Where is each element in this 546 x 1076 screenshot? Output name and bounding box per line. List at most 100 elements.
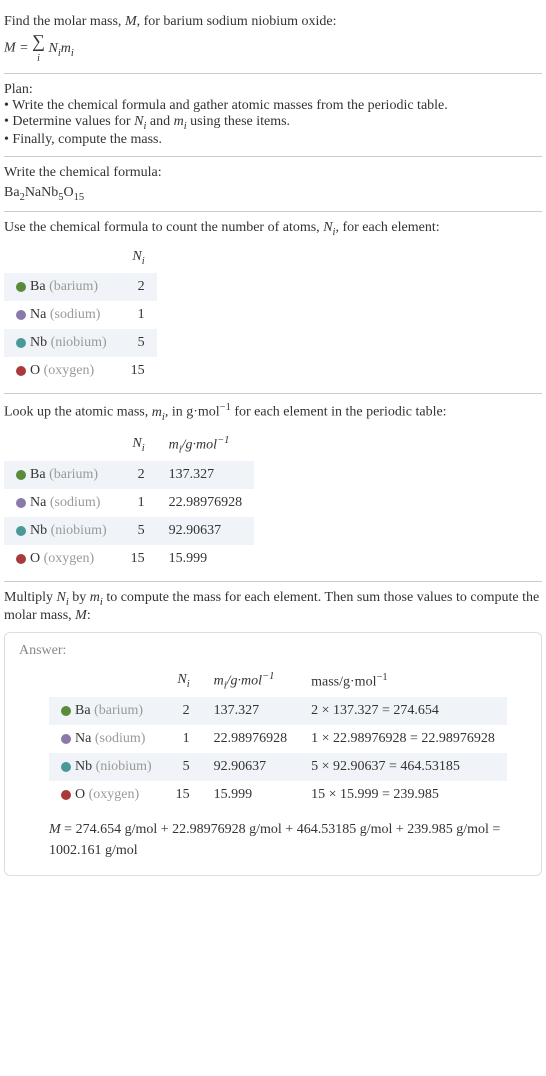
table-header-row: Ni mi/g·mol−1 mass/g·mol−1 bbox=[49, 665, 507, 697]
answer-box: Answer: Ni mi/g·mol−1 mass/g·mol−1 Ba (b… bbox=[4, 632, 542, 876]
table-header-row: Ni mi/g·mol−1 bbox=[4, 429, 254, 461]
element-cell: Ba (barium) bbox=[4, 273, 119, 301]
mi-value: 92.90637 bbox=[157, 517, 255, 545]
element-cell: Nb (niobium) bbox=[4, 329, 119, 357]
chemformula-heading: Write the chemical formula: bbox=[4, 165, 542, 181]
mi-value: 92.90637 bbox=[202, 753, 300, 781]
sigma-index: i bbox=[37, 53, 40, 64]
plan-list: Write the chemical formula and gather at… bbox=[4, 98, 542, 148]
element-dot-icon bbox=[16, 470, 26, 480]
element-dot-icon bbox=[16, 526, 26, 536]
ni-value: 5 bbox=[119, 517, 157, 545]
plan-item: Determine values for Ni and mi using the… bbox=[4, 114, 542, 132]
element-dot-icon bbox=[16, 282, 26, 292]
m-var: M bbox=[125, 14, 137, 29]
empty-header bbox=[4, 243, 119, 273]
ni-value: 2 bbox=[164, 697, 202, 725]
element-cell: Ba (barium) bbox=[4, 461, 119, 489]
element-dot-icon bbox=[16, 310, 26, 320]
mass-header: mass/g·mol−1 bbox=[299, 665, 507, 697]
sigma-icon: ∑ bbox=[32, 31, 45, 51]
ni-value: 1 bbox=[119, 301, 157, 329]
table-row: Na (sodium) 1 bbox=[4, 301, 157, 329]
count-heading: Use the chemical formula to count the nu… bbox=[4, 220, 542, 238]
ni-value: 15 bbox=[164, 781, 202, 809]
table-row: O (oxygen) 15 15.999 bbox=[4, 545, 254, 573]
table-row: Ba (barium) 2 137.327 2 × 137.327 = 274.… bbox=[49, 697, 507, 725]
element-cell: Ba (barium) bbox=[49, 697, 164, 725]
answer-content: Ni mi/g·mol−1 mass/g·mol−1 Ba (barium) 2… bbox=[19, 665, 527, 861]
ni-header: Ni bbox=[119, 429, 157, 461]
ni-var: Ni bbox=[48, 41, 60, 56]
table-row: Nb (niobium) 5 bbox=[4, 329, 157, 357]
ni-value: 1 bbox=[119, 489, 157, 517]
atom-count-table: Ni Ba (barium) 2 Na (sodium) 1 Nb (niobi… bbox=[4, 243, 157, 385]
element-cell: Na (sodium) bbox=[4, 489, 119, 517]
ni-header: Ni bbox=[119, 243, 157, 273]
mass-heading: Look up the atomic mass, mi, in g·mol−1 … bbox=[4, 402, 542, 422]
element-dot-icon bbox=[16, 554, 26, 564]
empty-header bbox=[4, 429, 119, 461]
chemical-formula: Ba2NaNb5O15 bbox=[4, 185, 542, 203]
ni-value: 5 bbox=[119, 329, 157, 357]
atom-count-section: Use the chemical formula to count the nu… bbox=[4, 212, 542, 395]
ni-value: 2 bbox=[119, 461, 157, 489]
table-row: O (oxygen) 15 15.999 15 × 15.999 = 239.9… bbox=[49, 781, 507, 809]
table-row: Ba (barium) 2 bbox=[4, 273, 157, 301]
mi-value: 15.999 bbox=[202, 781, 300, 809]
element-dot-icon bbox=[61, 790, 71, 800]
ni-value: 5 bbox=[164, 753, 202, 781]
atomic-mass-table: Ni mi/g·mol−1 Ba (barium) 2 137.327 Na (… bbox=[4, 429, 254, 573]
final-molar-mass: M = 274.654 g/mol + 22.98976928 g/mol + … bbox=[49, 819, 527, 861]
mass-value: 15 × 15.999 = 239.985 bbox=[299, 781, 507, 809]
formula-lhs: M bbox=[4, 41, 16, 56]
mi-value: 137.327 bbox=[157, 461, 255, 489]
intro-section: Find the molar mass, M, for barium sodiu… bbox=[4, 6, 542, 74]
answer-table: Ni mi/g·mol−1 mass/g·mol−1 Ba (barium) 2… bbox=[49, 665, 507, 809]
plan-heading: Plan: bbox=[4, 82, 542, 98]
table-row: Na (sodium) 1 22.98976928 1 × 22.9897692… bbox=[49, 725, 507, 753]
element-dot-icon bbox=[61, 762, 71, 772]
element-cell: Na (sodium) bbox=[4, 301, 119, 329]
table-row: Nb (niobium) 5 92.90637 5 × 92.90637 = 4… bbox=[49, 753, 507, 781]
multiply-section: Multiply Ni by mi to compute the mass fo… bbox=[4, 582, 542, 876]
mi-value: 22.98976928 bbox=[202, 725, 300, 753]
intro-line1b: , for barium sodium niobium oxide: bbox=[137, 14, 337, 29]
element-dot-icon bbox=[16, 366, 26, 376]
mass-value: 1 × 22.98976928 = 22.98976928 bbox=[299, 725, 507, 753]
element-cell: Nb (niobium) bbox=[4, 517, 119, 545]
table-row: Ba (barium) 2 137.327 bbox=[4, 461, 254, 489]
ni-value: 1 bbox=[164, 725, 202, 753]
empty-header bbox=[49, 665, 164, 697]
answer-label: Answer: bbox=[19, 643, 527, 659]
mi-value: 15.999 bbox=[157, 545, 255, 573]
element-cell: O (oxygen) bbox=[49, 781, 164, 809]
chemical-formula-section: Write the chemical formula: Ba2NaNb5O15 bbox=[4, 157, 542, 212]
ni-value: 15 bbox=[119, 357, 157, 385]
table-row: Nb (niobium) 5 92.90637 bbox=[4, 517, 254, 545]
intro-text: Find the molar mass, M, for barium sodiu… bbox=[4, 14, 542, 30]
plan-item: Finally, compute the mass. bbox=[4, 132, 542, 148]
element-dot-icon bbox=[16, 498, 26, 508]
table-row: O (oxygen) 15 bbox=[4, 357, 157, 385]
mass-value: 5 × 92.90637 = 464.53185 bbox=[299, 753, 507, 781]
element-dot-icon bbox=[61, 734, 71, 744]
element-cell: Nb (niobium) bbox=[49, 753, 164, 781]
mi-header: mi/g·mol−1 bbox=[202, 665, 300, 697]
element-cell: O (oxygen) bbox=[4, 545, 119, 573]
element-dot-icon bbox=[61, 706, 71, 716]
mi-var: mi bbox=[61, 41, 74, 56]
plan-section: Plan: Write the chemical formula and gat… bbox=[4, 74, 542, 157]
mass-value: 2 × 137.327 = 274.654 bbox=[299, 697, 507, 725]
element-cell: Na (sodium) bbox=[49, 725, 164, 753]
table-row: Na (sodium) 1 22.98976928 bbox=[4, 489, 254, 517]
element-cell: O (oxygen) bbox=[4, 357, 119, 385]
mi-value: 137.327 bbox=[202, 697, 300, 725]
element-dot-icon bbox=[16, 338, 26, 348]
atomic-mass-section: Look up the atomic mass, mi, in g·mol−1 … bbox=[4, 394, 542, 582]
sub-i: i bbox=[71, 48, 74, 59]
plan-item: Write the chemical formula and gather at… bbox=[4, 98, 542, 114]
formula-eq: = bbox=[16, 41, 32, 56]
mi-header: mi/g·mol−1 bbox=[157, 429, 255, 461]
multiply-heading: Multiply Ni by mi to compute the mass fo… bbox=[4, 590, 542, 624]
